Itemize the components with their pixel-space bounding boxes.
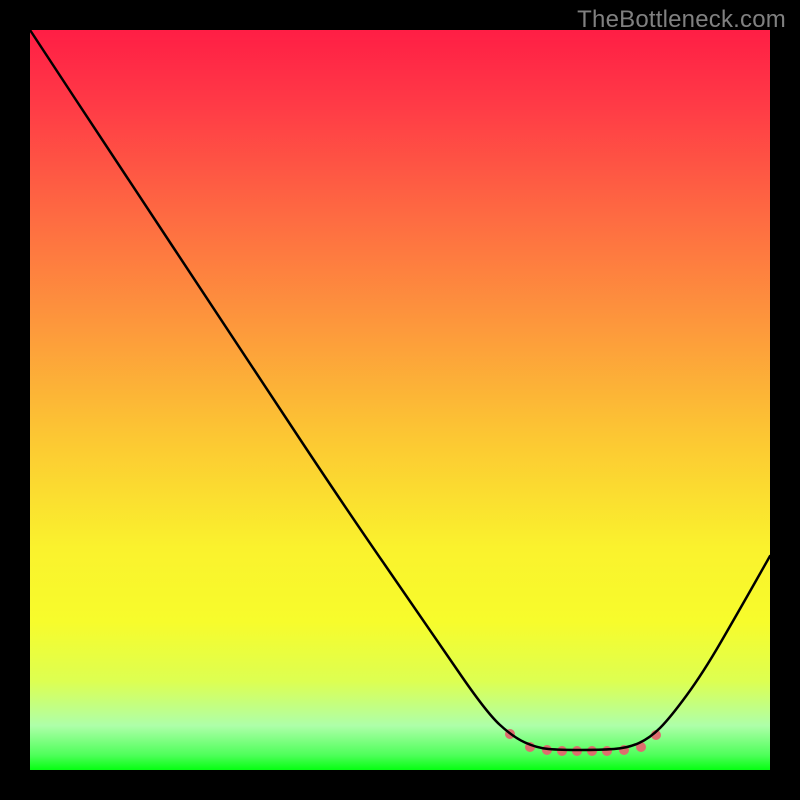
- chart-container: TheBottleneck.com: [0, 0, 800, 800]
- heat-gradient: [30, 30, 770, 770]
- attribution-label: TheBottleneck.com: [577, 6, 786, 34]
